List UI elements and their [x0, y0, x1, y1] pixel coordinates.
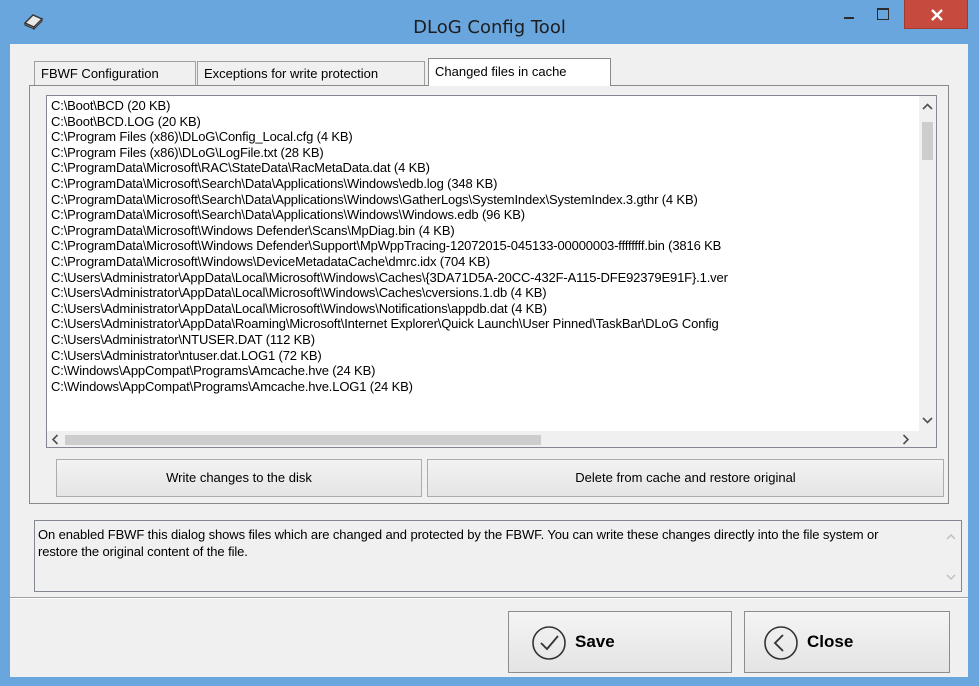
back-circle-icon [764, 626, 798, 660]
scroll-up-icon[interactable] [919, 98, 936, 115]
tab-exceptions[interactable]: Exceptions for write protection [197, 61, 425, 85]
close-icon[interactable] [904, 0, 968, 29]
file-rows[interactable]: C:\Boot\BCD (20 KB) C:\Boot\BCD.LOG (20 K… [51, 98, 919, 433]
vertical-scroll-thumb[interactable] [922, 122, 933, 160]
description-scrollbar[interactable] [941, 521, 961, 591]
list-item[interactable]: C:\Program Files (x86)\DLoG\Config_Local… [51, 129, 919, 145]
check-circle-icon [532, 626, 566, 660]
list-item[interactable]: C:\ProgramData\Microsoft\Search\Data\App… [51, 207, 919, 223]
list-item[interactable]: C:\ProgramData\Microsoft\RAC\StateData\R… [51, 160, 919, 176]
list-item[interactable]: C:\Users\Administrator\AppData\Roaming\M… [51, 316, 919, 332]
horizontal-scroll-thumb[interactable] [65, 435, 541, 445]
tab-fbwf-configuration[interactable]: FBWF Configuration [34, 61, 196, 85]
list-item[interactable]: C:\ProgramData\Microsoft\Search\Data\App… [51, 176, 919, 192]
app-window: DLoG Config Tool FBWF Configuration Exce… [0, 0, 979, 686]
list-item[interactable]: C:\ProgramData\Microsoft\Windows Defende… [51, 223, 919, 239]
list-item[interactable]: C:\Users\Administrator\AppData\Local\Mic… [51, 285, 919, 301]
maximize-icon[interactable] [866, 0, 898, 29]
horizontal-scrollbar[interactable] [47, 431, 919, 448]
tab-panel: C:\Boot\BCD (20 KB) C:\Boot\BCD.LOG (20 K… [29, 85, 949, 504]
vertical-scrollbar[interactable] [919, 96, 936, 431]
list-item[interactable]: C:\Boot\BCD (20 KB) [51, 98, 919, 114]
title-bar[interactable]: DLoG Config Tool [0, 0, 979, 44]
minimize-icon[interactable] [832, 0, 866, 29]
dialog-client: FBWF Configuration Exceptions for write … [10, 44, 968, 677]
save-label: Save [575, 632, 615, 651]
desc-scroll-up-icon[interactable] [943, 529, 959, 545]
scroll-corner [919, 431, 936, 447]
description-box: On enabled FBWF this dialog shows files … [34, 520, 962, 592]
write-changes-button[interactable]: Write changes to the disk [56, 459, 422, 497]
close-button[interactable]: Close [744, 611, 950, 673]
scroll-right-icon[interactable] [897, 431, 914, 448]
save-button[interactable]: Save [508, 611, 732, 673]
list-item[interactable]: C:\Windows\AppCompat\Programs\Amcache.hv… [51, 363, 919, 379]
list-item[interactable]: C:\Users\Administrator\ntuser.dat.LOG1 (… [51, 348, 919, 364]
list-item[interactable]: C:\ProgramData\Microsoft\Windows\DeviceM… [51, 254, 919, 270]
list-item[interactable]: C:\ProgramData\Microsoft\Windows Defende… [51, 238, 919, 254]
list-item[interactable]: C:\Boot\BCD.LOG (20 KB) [51, 114, 919, 130]
description-text: On enabled FBWF this dialog shows files … [38, 527, 879, 559]
list-item[interactable]: C:\Windows\AppCompat\Programs\Amcache.hv… [51, 379, 919, 395]
list-item[interactable]: C:\Program Files (x86)\DLoG\LogFile.txt … [51, 145, 919, 161]
changed-files-list[interactable]: C:\Boot\BCD (20 KB) C:\Boot\BCD.LOG (20 K… [46, 95, 937, 448]
close-label: Close [807, 632, 854, 651]
desc-scroll-down-icon[interactable] [943, 569, 959, 585]
tab-changed-files[interactable]: Changed files in cache [428, 58, 611, 86]
list-item[interactable]: C:\ProgramData\Microsoft\Search\Data\App… [51, 192, 919, 208]
list-item[interactable]: C:\Users\Administrator\NTUSER.DAT (112 K… [51, 332, 919, 348]
list-item[interactable]: C:\Users\Administrator\AppData\Local\Mic… [51, 301, 919, 317]
delete-restore-button[interactable]: Delete from cache and restore original [427, 459, 944, 497]
scroll-down-icon[interactable] [919, 412, 936, 429]
scroll-left-icon[interactable] [47, 431, 64, 448]
list-item[interactable]: C:\Users\Administrator\AppData\Local\Mic… [51, 270, 919, 286]
